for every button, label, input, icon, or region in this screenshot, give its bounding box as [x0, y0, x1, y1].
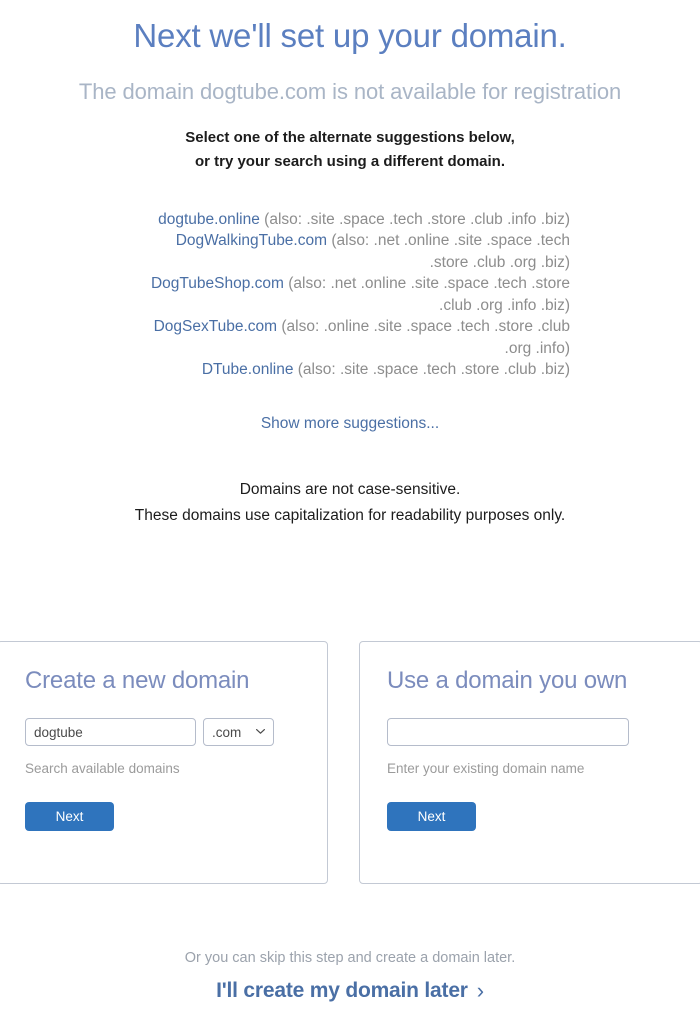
case-note-line-2: These domains use capitalization for rea… [134, 506, 566, 524]
create-domain-later-label: I'll create my domain later [216, 979, 468, 1003]
chevron-right-icon: › [476, 978, 484, 1004]
chevron-down-icon [256, 729, 265, 735]
suggestion-alt-tlds: (also: .net .online .site .space .tech .… [327, 232, 570, 271]
domain-option-cards: Create a new domain .com Search availabl… [0, 641, 700, 884]
list-item[interactable]: DogSexTube.com (also: .online .site .spa… [150, 316, 570, 359]
case-note-line-1: Domains are not case-sensitive. [239, 480, 461, 498]
page-subtitle: The domain dogtube.com is not available … [78, 79, 622, 105]
suggestion-alt-tlds: (also: .online .site .space .tech .store… [277, 318, 570, 357]
instructions-line-1: Select one of the alternate suggestions … [185, 129, 515, 147]
create-card-title: Create a new domain [25, 667, 250, 694]
use-own-domain-card: Use a domain you own Enter your existing… [359, 641, 700, 884]
suggestion-alt-tlds: (also: .site .space .tech .store .club .… [259, 210, 570, 228]
page-title: Next we'll set up your domain. [133, 17, 567, 54]
suggestion-domain-name[interactable]: DogSexTube.com [154, 318, 278, 335]
own-domain-field-row [387, 718, 675, 747]
suggestion-domain-name[interactable]: dogtube.online [158, 211, 260, 228]
create-domain-field-row: .com [25, 718, 300, 747]
list-item[interactable]: DTube.online (also: .site .space .tech .… [150, 359, 570, 381]
suggestion-alt-tlds: (also: .site .space .tech .store .club .… [293, 361, 570, 379]
suggestion-domain-name[interactable]: DogTubeShop.com [151, 275, 284, 292]
footer: Or you can skip this step and create a d… [0, 950, 700, 1003]
create-new-domain-card: Create a new domain .com Search availabl… [0, 641, 328, 884]
list-item[interactable]: DogWalkingTube.com (also: .net .online .… [150, 230, 570, 273]
show-more-suggestions-link[interactable]: Show more suggestions... [261, 415, 439, 432]
case-sensitivity-note: Domains are not case-sensitive. These do… [0, 433, 700, 528]
tld-select-value: .com [212, 724, 242, 740]
domain-search-input[interactable] [25, 718, 196, 747]
list-item[interactable]: DogTubeShop.com (also: .net .online .sit… [150, 273, 570, 316]
skip-step-note: Or you can skip this step and create a d… [184, 950, 516, 966]
own-domain-next-button[interactable]: Next [387, 801, 476, 831]
instructions: Select one of the alternate suggestions … [0, 104, 700, 173]
own-card-helper-text: Enter your existing domain name [387, 761, 585, 777]
create-domain-next-button[interactable]: Next [25, 801, 114, 831]
existing-domain-input[interactable] [387, 718, 629, 747]
create-card-helper-text: Search available domains [25, 761, 180, 777]
domain-suggestion-list: dogtube.online (also: .site .space .tech… [150, 209, 570, 381]
list-item[interactable]: dogtube.online (also: .site .space .tech… [150, 209, 570, 231]
suggestion-domain-name[interactable]: DogWalkingTube.com [176, 232, 327, 249]
suggestion-domain-name[interactable]: DTube.online [202, 361, 294, 378]
own-card-title: Use a domain you own [387, 667, 628, 694]
tld-select[interactable]: .com [203, 718, 274, 747]
create-domain-later-link[interactable]: I'll create my domain later › [216, 979, 484, 1003]
suggestion-alt-tlds: (also: .net .online .site .space .tech .… [283, 275, 570, 314]
instructions-line-2: or try your search using a different dom… [194, 152, 506, 170]
show-more-container: Show more suggestions... [0, 415, 700, 433]
